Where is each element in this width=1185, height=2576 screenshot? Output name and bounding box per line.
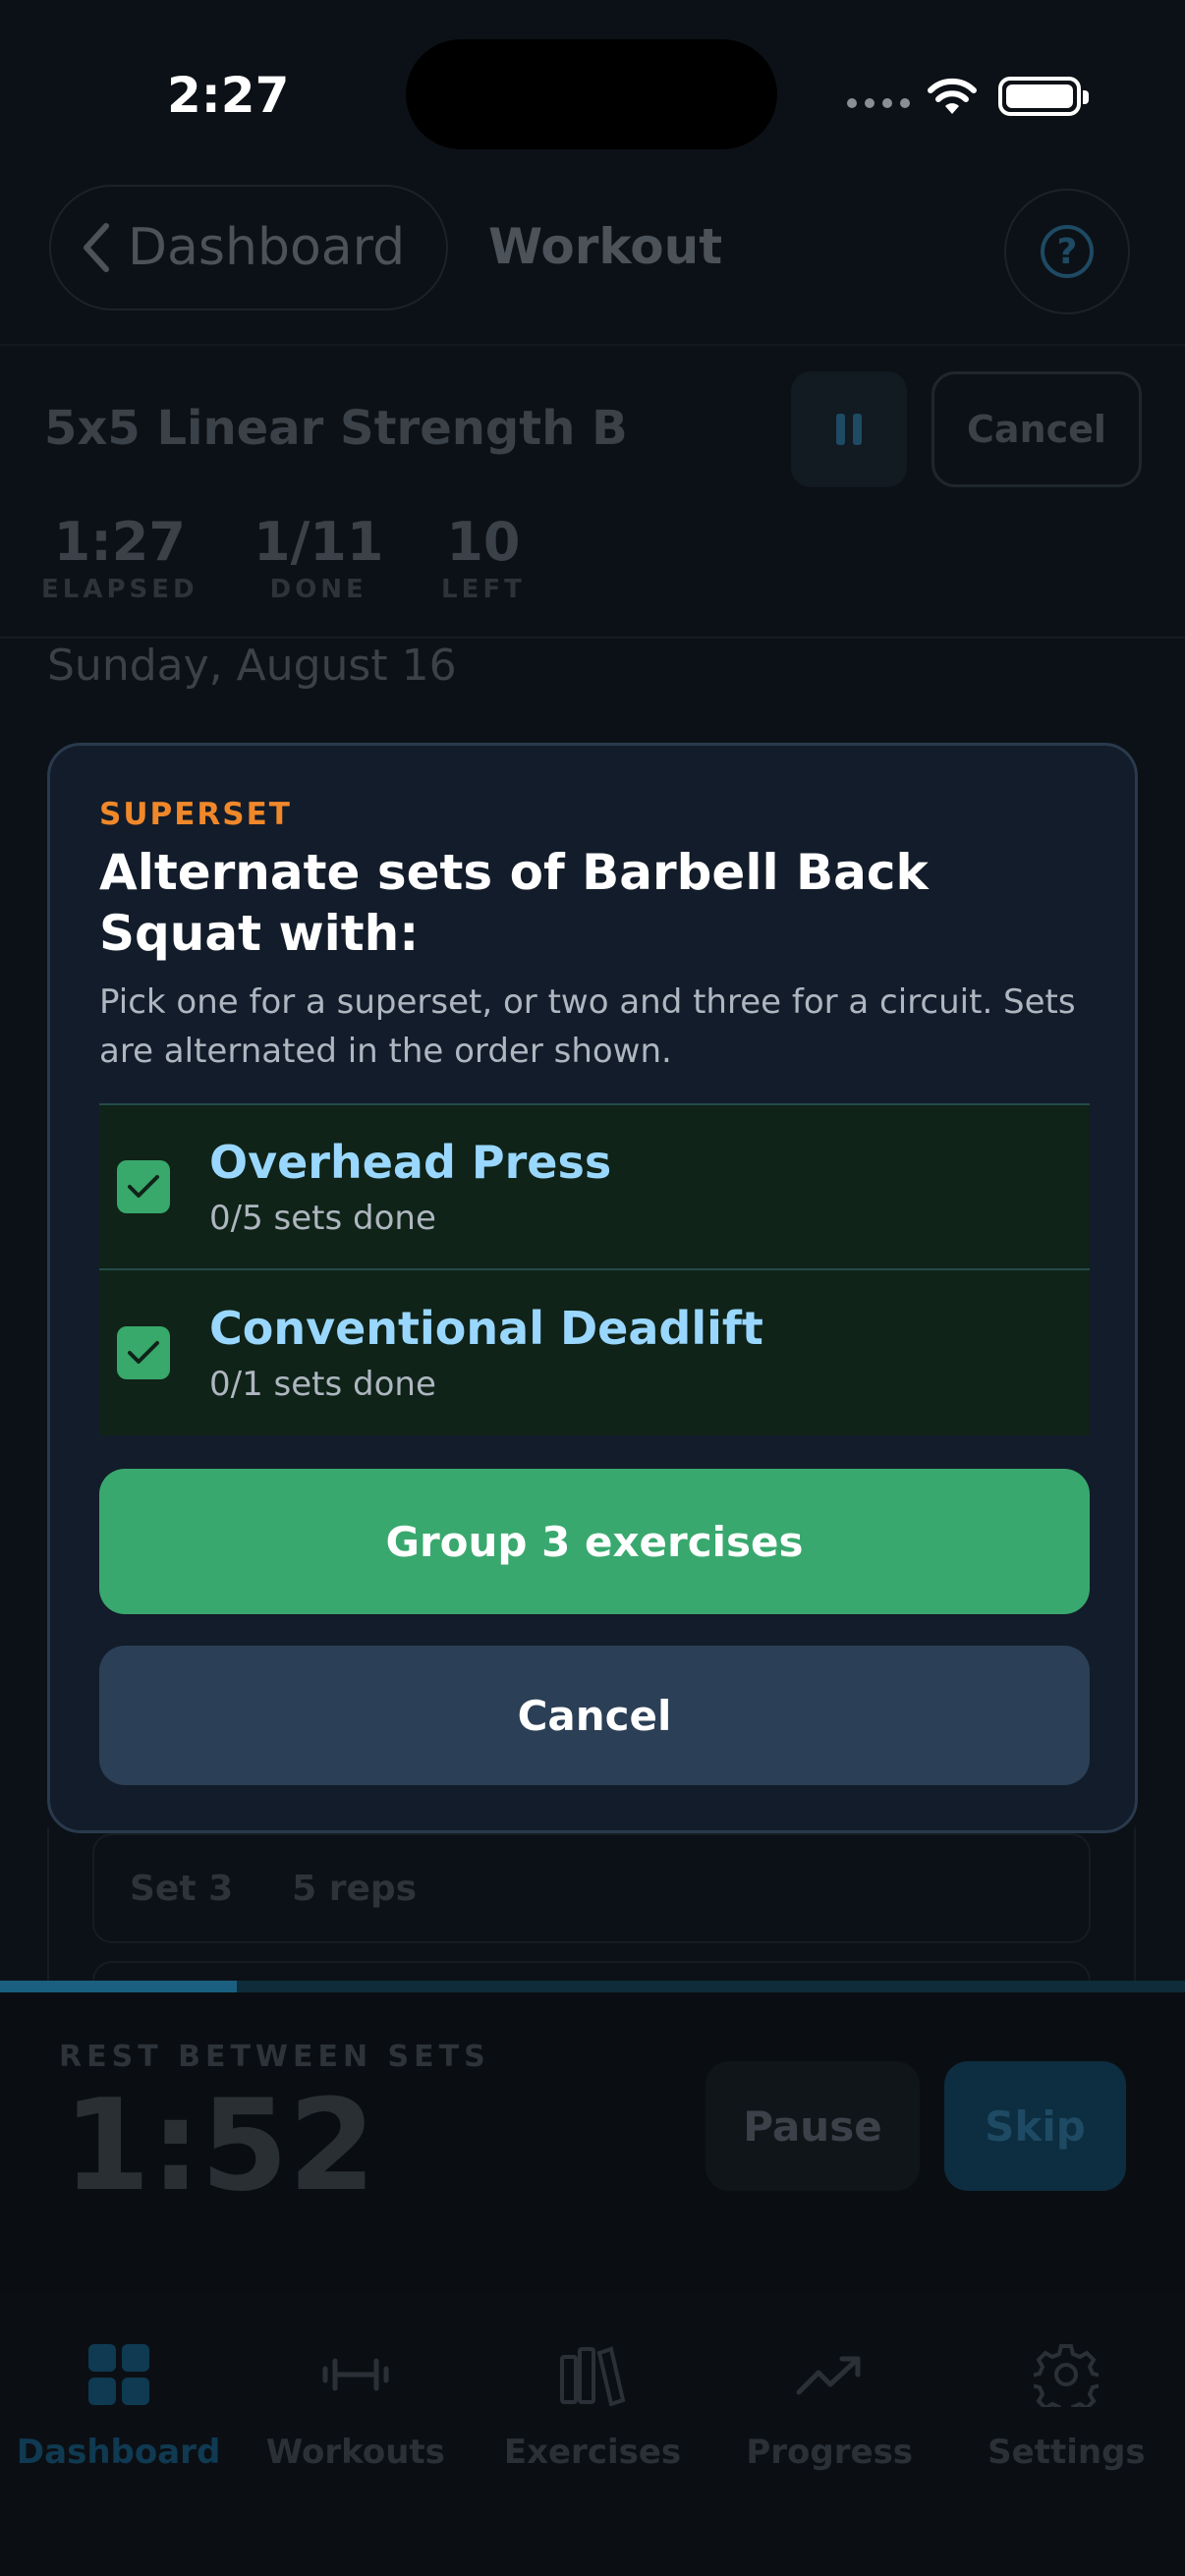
workout-screen: 2:27 Dashboard Workout ? 5x5 Linear Stre… [0, 0, 1185, 2576]
exercise-option-name: Overhead Press [209, 1136, 612, 1189]
checkmark-icon [128, 1175, 159, 1198]
dialog-cancel-button[interactable]: Cancel [99, 1646, 1090, 1785]
checkmark-icon [128, 1341, 159, 1364]
superset-dialog: SUPERSET Alternate sets of Barbell Back … [47, 743, 1138, 1833]
dialog-description: Pick one for a superset, or two and thre… [99, 982, 1076, 1071]
group-exercises-button[interactable]: Group 3 exercises [99, 1469, 1090, 1614]
exercise-option-name: Conventional Deadlift [209, 1302, 763, 1355]
exercise-option[interactable]: Conventional Deadlift 0/1 sets done [99, 1270, 1090, 1435]
exercise-option-list: Overhead Press 0/5 sets done Conventiona… [99, 1103, 1090, 1435]
exercise-option[interactable]: Overhead Press 0/5 sets done [99, 1105, 1090, 1270]
exercise-option-progress: 0/5 sets done [209, 1199, 436, 1238]
dialog-title: Alternate sets of Barbell Back Squat wit… [99, 844, 929, 962]
dialog-eyebrow: SUPERSET [99, 797, 292, 832]
exercise-option-progress: 0/1 sets done [209, 1365, 436, 1404]
checkbox-checked[interactable] [117, 1160, 170, 1213]
checkbox-checked[interactable] [117, 1326, 170, 1379]
